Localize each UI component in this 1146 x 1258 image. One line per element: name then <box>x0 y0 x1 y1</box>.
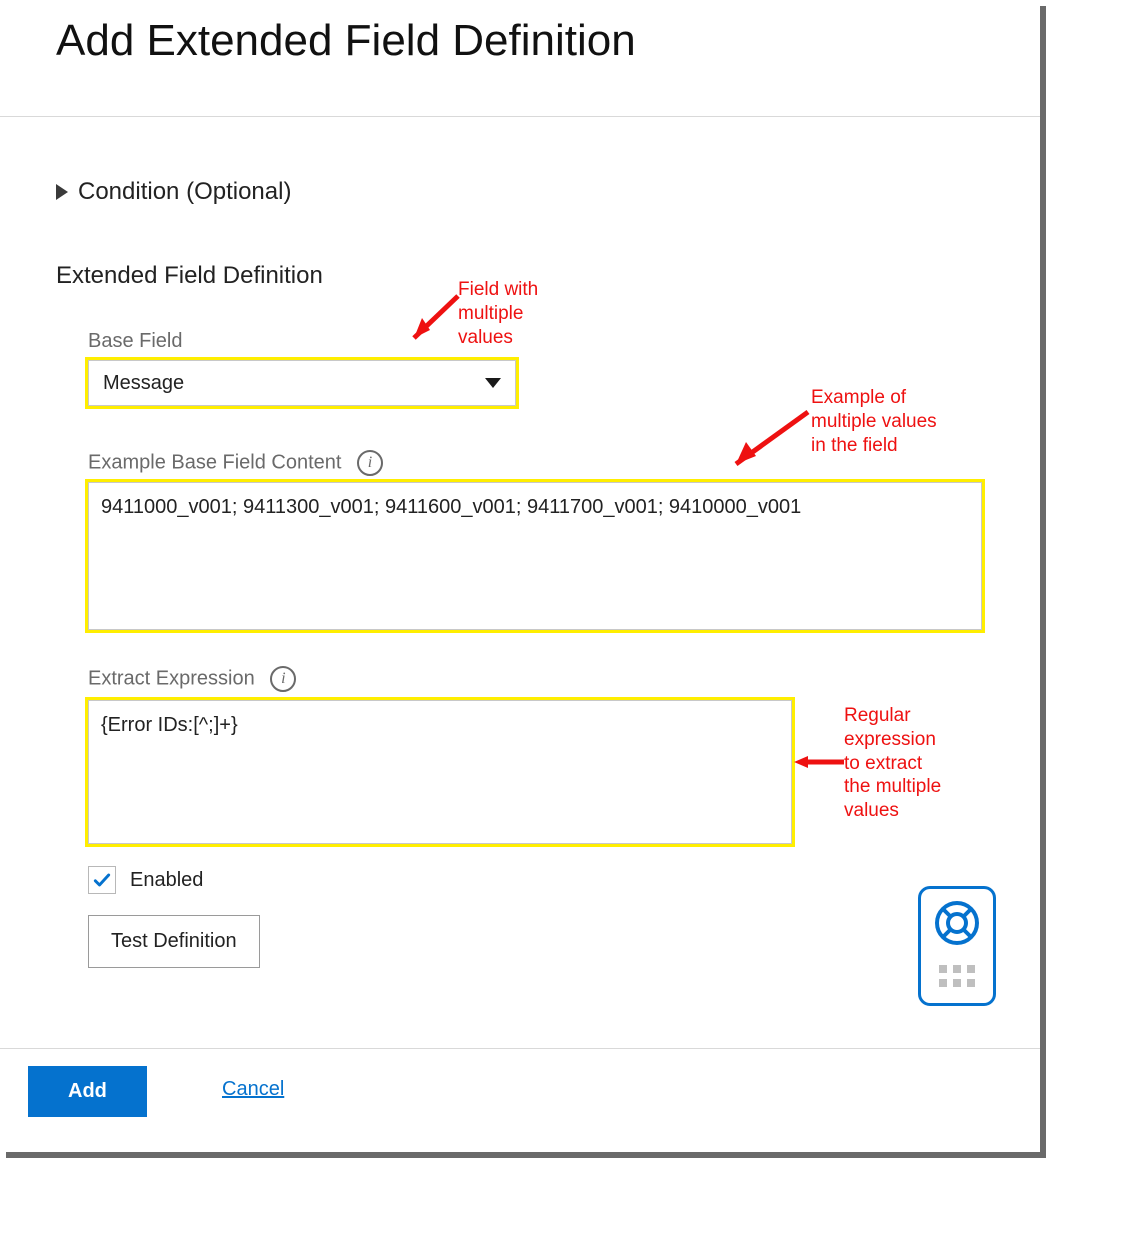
info-icon[interactable]: i <box>357 450 383 476</box>
base-field-value: Message <box>103 372 184 395</box>
annotation-text: Regular expression to extract the multip… <box>844 704 941 823</box>
disclosure-triangle-icon <box>56 184 68 200</box>
extract-expression-label: Extract Expression i <box>88 666 296 692</box>
cancel-link[interactable]: Cancel <box>222 1078 284 1101</box>
help-widget[interactable] <box>918 886 996 1006</box>
checkmark-icon <box>92 870 112 890</box>
enabled-label: Enabled <box>130 869 203 892</box>
footer-divider <box>0 1048 1040 1049</box>
section-title: Extended Field Definition <box>56 262 323 290</box>
example-content-textarea[interactable] <box>88 482 982 630</box>
condition-label: Condition (Optional) <box>78 178 291 206</box>
annotation-arrow-icon <box>400 288 470 358</box>
base-field-select[interactable]: Message <box>88 360 516 406</box>
add-button[interactable]: Add <box>28 1066 147 1117</box>
dialog-frame: Add Extended Field Definition Condition … <box>0 0 1040 1152</box>
extract-expression-textarea[interactable] <box>88 700 792 844</box>
annotation-text: Field with multiple values <box>458 278 538 349</box>
drag-dots-icon <box>939 965 975 987</box>
test-definition-button[interactable]: Test Definition <box>88 915 260 968</box>
lifebuoy-icon <box>933 899 981 947</box>
caret-down-icon <box>485 378 501 388</box>
example-content-label: Example Base Field Content i <box>88 450 383 476</box>
info-icon[interactable]: i <box>270 666 296 692</box>
page-title: Add Extended Field Definition <box>56 16 636 66</box>
enabled-checkbox[interactable] <box>88 866 116 894</box>
condition-toggle[interactable]: Condition (Optional) <box>56 178 291 206</box>
annotation-arrow-icon <box>794 752 854 772</box>
example-content-label-text: Example Base Field Content <box>88 451 341 473</box>
extract-expression-label-text: Extract Expression <box>88 667 255 689</box>
annotation-text: Example of multiple values in the field <box>811 386 937 457</box>
enabled-row: Enabled <box>88 866 203 894</box>
base-field-label: Base Field <box>88 330 183 353</box>
header-divider <box>0 116 1040 117</box>
annotation-arrow-icon <box>720 402 820 482</box>
